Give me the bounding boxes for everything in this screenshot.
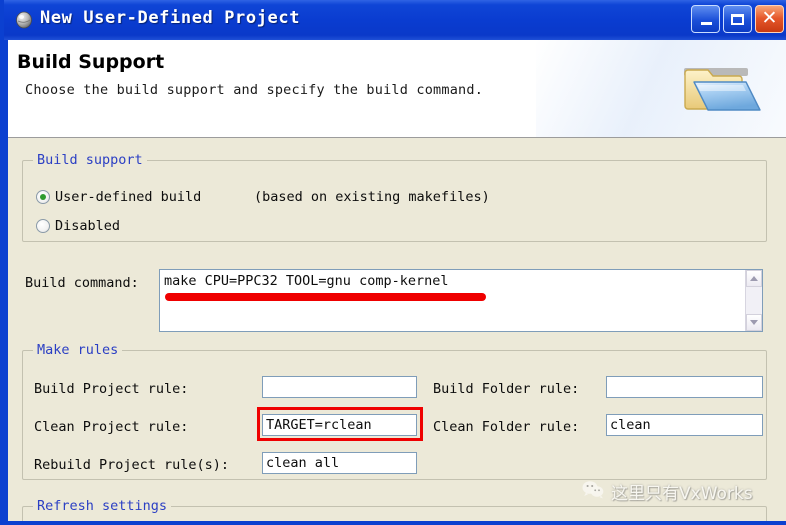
build-folder-rule-label: Build Folder rule: — [433, 381, 580, 397]
page-description: Choose the build support and specify the… — [25, 82, 484, 98]
dialog-body: Build support User-defined build (based … — [8, 138, 786, 521]
scroll-up-icon[interactable] — [746, 270, 762, 287]
build-command-value: make CPU=PPC32 TOOL=gnu comp-kernel — [164, 273, 449, 289]
screenshot-root: New User-Defined Project ✕ Build Support… — [0, 0, 786, 525]
radio-selected-icon — [36, 190, 50, 204]
maximize-button[interactable] — [723, 5, 752, 33]
refresh-settings-group: Refresh settings — [22, 498, 767, 521]
dialog-window: New User-Defined Project ✕ Build Support… — [0, 0, 786, 525]
project-sphere-icon — [15, 11, 33, 29]
minimize-icon — [701, 22, 712, 25]
wechat-icon — [582, 480, 604, 504]
page-title: Build Support — [17, 51, 165, 73]
open-folder-icon — [676, 54, 768, 124]
radio-user-defined-build[interactable]: User-defined build — [36, 189, 201, 205]
scroll-down-icon[interactable] — [746, 314, 762, 331]
watermark-text: 这里只有VxWorks — [611, 484, 753, 504]
minimize-button[interactable] — [691, 5, 720, 33]
radio-disabled[interactable]: Disabled — [36, 218, 120, 234]
build-folder-rule-input[interactable] — [606, 376, 763, 398]
maximize-icon — [731, 13, 744, 25]
wizard-header: Build Support Choose the build support a… — [8, 40, 786, 138]
annotation-box-clean-project-rule — [257, 407, 423, 441]
clean-project-rule-label: Clean Project rule: — [34, 419, 189, 435]
clean-folder-rule-input[interactable]: clean — [606, 414, 763, 436]
rebuild-project-rule-label: Rebuild Project rule(s): — [34, 457, 230, 473]
clean-folder-rule-label: Clean Folder rule: — [433, 419, 580, 435]
build-command-scrollbar[interactable] — [745, 270, 762, 331]
title-bar[interactable]: New User-Defined Project ✕ — [4, 0, 786, 40]
build-project-rule-input[interactable] — [262, 376, 417, 398]
build-support-legend: Build support — [33, 152, 147, 168]
make-rules-legend: Make rules — [33, 342, 123, 358]
rebuild-project-rule-input[interactable]: clean all — [262, 452, 417, 474]
wechat-watermark: 这里只有VxWorks — [582, 479, 753, 504]
annotation-underline-build-command — [165, 293, 486, 301]
radio-unselected-icon — [36, 219, 50, 233]
window-title: New User-Defined Project — [40, 8, 301, 28]
close-icon: ✕ — [761, 6, 778, 29]
build-project-rule-label: Build Project rule: — [34, 381, 189, 397]
radio-user-defined-build-label: User-defined build — [55, 189, 202, 205]
refresh-settings-legend: Refresh settings — [33, 498, 172, 514]
radio-disabled-label: Disabled — [55, 218, 121, 234]
close-button[interactable]: ✕ — [755, 5, 784, 33]
window-controls: ✕ — [691, 5, 784, 33]
radio-user-defined-build-note: (based on existing makefiles) — [254, 189, 490, 205]
build-command-label: Build command: — [25, 275, 139, 291]
